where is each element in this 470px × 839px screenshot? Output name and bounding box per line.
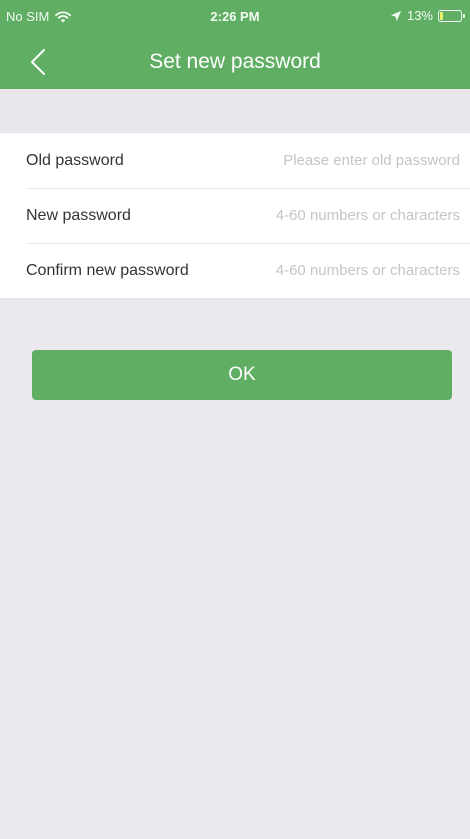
- confirm-password-label: Confirm new password: [26, 261, 189, 279]
- ok-button[interactable]: OK: [32, 350, 452, 400]
- confirm-password-input[interactable]: [230, 262, 460, 279]
- battery-level-fill: [440, 11, 443, 20]
- battery-cap: [463, 13, 465, 18]
- set-password-screen: No SIM 2:26 PM 13% Set new password Old …: [0, 0, 470, 839]
- app-header: No SIM 2:26 PM 13% Set new password: [0, 0, 470, 89]
- status-right: 13%: [390, 8, 465, 23]
- password-form: Old password New password Confirm new pa…: [0, 132, 470, 299]
- battery-percent: 13%: [406, 8, 433, 23]
- old-password-label: Old password: [26, 151, 124, 169]
- nav-bar: Set new password: [0, 34, 470, 89]
- location-arrow-icon: [390, 10, 402, 22]
- battery-icon: [438, 9, 465, 22]
- confirm-password-row: Confirm new password: [0, 243, 470, 298]
- new-password-row: New password: [0, 188, 470, 243]
- page-title: Set new password: [149, 50, 321, 73]
- new-password-input[interactable]: [230, 207, 460, 224]
- new-password-label: New password: [26, 206, 131, 224]
- section-spacer: [0, 89, 470, 132]
- status-bar: No SIM 2:26 PM 13%: [0, 0, 470, 34]
- old-password-input[interactable]: [230, 152, 460, 169]
- old-password-row: Old password: [0, 133, 470, 188]
